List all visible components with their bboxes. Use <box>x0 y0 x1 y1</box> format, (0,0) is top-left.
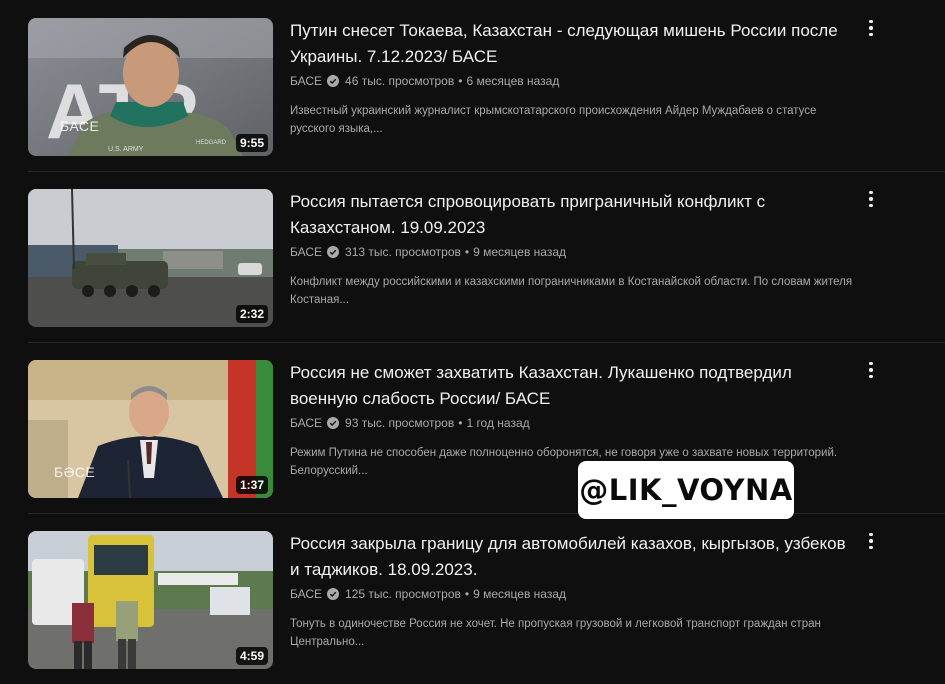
verified-check-icon <box>327 588 340 600</box>
video-info: Россия пытается спровоцировать пригранич… <box>290 189 852 309</box>
video-item[interactable]: АТР U.S. ARMY HEDGARD БАСЕ 9:55 Путин сн… <box>0 0 945 171</box>
video-thumbnail[interactable]: 2:32 <box>28 189 273 327</box>
meta-separator: • <box>458 74 463 88</box>
verified-check-icon <box>327 75 340 87</box>
video-title[interactable]: Путин снесет Токаева, Казахстан - следую… <box>290 18 850 70</box>
video-description: Тонуть в одиночестве Россия не хочет. Не… <box>290 618 821 648</box>
verified-check-icon <box>327 417 340 429</box>
duration-badge: 2:32 <box>235 305 268 323</box>
thumb-patch: HEDGARD <box>196 140 227 146</box>
channel-name[interactable]: БАСЕ <box>290 587 322 601</box>
more-vert-icon[interactable] <box>859 187 883 211</box>
channel-name[interactable]: БАСЕ <box>290 74 322 88</box>
upload-age: 1 год назад <box>466 416 530 430</box>
row-divider <box>28 342 945 343</box>
verified-check-icon <box>327 246 340 258</box>
video-thumbnail[interactable]: БӘСЕ 1:37 <box>28 360 273 498</box>
video-description: Конфликт между российскими и казахскими … <box>290 276 853 306</box>
meta-separator: • <box>464 245 470 259</box>
video-meta: БАСЕ 313 тыс. просмотров • 9 месяцев наз… <box>290 245 850 259</box>
duration-badge: 4:59 <box>235 647 268 665</box>
upload-age: 9 месяцев назад <box>473 245 567 259</box>
duration-badge: 9:55 <box>235 134 268 152</box>
meta-separator: • <box>458 416 463 430</box>
video-thumbnail[interactable]: АТР U.S. ARMY HEDGARD БАСЕ 9:55 <box>28 18 273 156</box>
thumb-patch: U.S. ARMY <box>108 146 144 153</box>
view-count: 313 тыс. просмотров <box>345 245 461 259</box>
channel-name[interactable]: БАСЕ <box>290 245 322 259</box>
video-meta: БАСЕ 125 тыс. просмотров • 9 месяцев наз… <box>290 587 850 601</box>
video-info: Путин снесет Токаева, Казахстан - следую… <box>290 18 850 138</box>
thumb-watermark: БАСЕ <box>60 118 100 134</box>
video-thumbnail[interactable]: 4:59 <box>28 531 273 669</box>
video-info: Россия закрыла границу для автомобилей к… <box>290 531 850 651</box>
upload-age: 6 месяцев назад <box>466 74 560 88</box>
thumb-watermark: БӘСЕ <box>54 464 96 480</box>
view-count: 125 тыс. просмотров <box>345 587 461 601</box>
channel-name[interactable]: БАСЕ <box>290 416 322 430</box>
video-meta: БАСЕ 93 тыс. просмотров • 1 год назад <box>290 416 850 430</box>
video-title[interactable]: Россия не сможет захватить Казахстан. Лу… <box>290 360 850 412</box>
row-divider <box>28 513 945 514</box>
video-item[interactable]: 4:59 Россия закрыла границу для автомоби… <box>0 513 945 684</box>
more-vert-icon[interactable] <box>859 16 883 40</box>
view-count: 46 тыс. просмотров <box>345 74 455 88</box>
video-title[interactable]: Россия закрыла границу для автомобилей к… <box>290 531 850 583</box>
duration-badge: 1:37 <box>235 476 268 494</box>
video-item[interactable]: БӘСЕ 1:37 Россия не сможет захватить Каз… <box>0 342 945 513</box>
video-item[interactable]: 2:32 Россия пытается спровоцировать приг… <box>0 171 945 342</box>
row-divider <box>28 171 945 172</box>
more-vert-icon[interactable] <box>859 358 883 382</box>
video-description: Известный украинский журналист крымскота… <box>290 105 817 135</box>
view-count: 93 тыс. просмотров <box>345 416 455 430</box>
meta-separator: • <box>464 587 470 601</box>
watermark-overlay: @LIK_VOYNA <box>578 461 794 519</box>
video-list: АТР U.S. ARMY HEDGARD БАСЕ 9:55 Путин сн… <box>0 0 945 683</box>
more-vert-icon[interactable] <box>859 529 883 553</box>
video-title[interactable]: Россия пытается спровоцировать пригранич… <box>290 189 850 241</box>
upload-age: 9 месяцев назад <box>473 587 567 601</box>
video-meta: БАСЕ 46 тыс. просмотров • 6 месяцев наза… <box>290 74 850 88</box>
